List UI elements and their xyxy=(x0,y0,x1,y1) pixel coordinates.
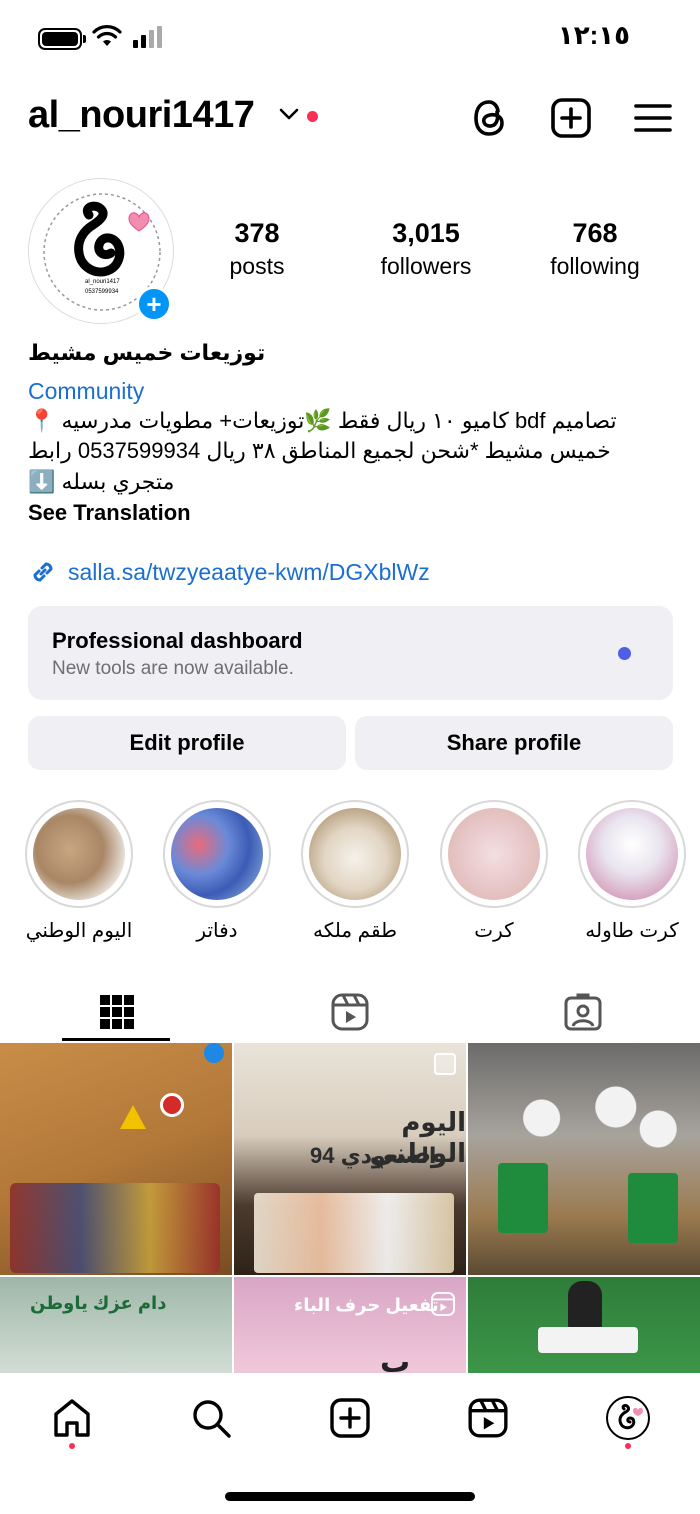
highlight-item[interactable]: كرت xyxy=(439,800,549,943)
home-indicator xyxy=(225,1492,475,1501)
wifi-icon xyxy=(92,25,122,46)
bio-line: خميس مشيط *شحن لجميع المناطق ٣٨ ريال 053… xyxy=(28,438,611,463)
nav-home[interactable] xyxy=(47,1393,97,1443)
reels-icon xyxy=(430,1291,456,1317)
highlight-item[interactable]: كرت طاوله xyxy=(577,800,687,943)
dashboard-title: Professional dashboard xyxy=(52,628,303,653)
status-time: ١٢:١٥ xyxy=(557,20,630,50)
profile-avatar-icon xyxy=(606,1396,650,1440)
nav-create[interactable] xyxy=(325,1393,375,1443)
tagged-person-icon xyxy=(564,993,601,1031)
see-translation-link[interactable]: See Translation xyxy=(28,500,668,526)
post-thumbnail[interactable] xyxy=(0,1043,232,1275)
highlight-cover xyxy=(448,808,540,900)
threads-icon[interactable] xyxy=(470,96,510,140)
profile-avatar[interactable]: al_nouri1417 0537599934 + xyxy=(28,178,174,324)
add-story-button[interactable]: + xyxy=(136,286,172,322)
link-icon xyxy=(33,562,53,582)
nav-profile[interactable] xyxy=(603,1393,653,1443)
stat-label: following xyxy=(550,253,640,279)
highlight-cover xyxy=(171,808,263,900)
tab-posts-grid[interactable] xyxy=(0,982,233,1042)
svg-text:al_nouri1417: al_nouri1417 xyxy=(85,279,120,285)
nav-search[interactable] xyxy=(186,1393,236,1443)
stat-value: 768 xyxy=(572,218,618,248)
edit-profile-button[interactable]: Edit profile xyxy=(28,716,346,770)
following-count[interactable]: 768 following xyxy=(520,218,670,280)
reels-icon xyxy=(331,993,368,1031)
post-overlay-letter: ب xyxy=(380,1346,411,1373)
highlight-label: طقم ملكه xyxy=(312,920,397,942)
post-thumbnail[interactable] xyxy=(468,1043,700,1275)
active-tab-indicator xyxy=(62,1038,170,1041)
dashboard-subtitle: New tools are now available. xyxy=(52,658,294,679)
new-indicator-dot xyxy=(618,647,631,660)
post-thumbnail[interactable]: تفعيل حرف الباء ب xyxy=(234,1277,466,1373)
highlight-item[interactable]: دفاتر xyxy=(162,800,272,943)
profile-header: al_nouri1417 xyxy=(0,92,700,144)
tab-tagged[interactable] xyxy=(466,982,699,1042)
stat-value: 378 xyxy=(234,218,280,248)
highlight-label: كرت xyxy=(474,920,514,942)
plus-square-icon[interactable] xyxy=(550,96,592,140)
svg-text:0537599934: 0537599934 xyxy=(85,289,119,295)
highlight-cover xyxy=(586,808,678,900)
posts-count[interactable]: 378 posts xyxy=(182,218,332,280)
multi-photo-icon xyxy=(434,1053,456,1075)
professional-dashboard-card[interactable]: Professional dashboard New tools are now… xyxy=(28,606,673,700)
home-notification-dot xyxy=(69,1443,75,1449)
highlight-label: كرت طاوله xyxy=(585,920,679,942)
highlight-cover xyxy=(309,808,401,900)
stat-value: 3,015 xyxy=(392,218,460,248)
profile-category: Community xyxy=(28,378,145,404)
chevron-down-icon[interactable] xyxy=(278,106,300,122)
post-overlay-text: تفعيل حرف الباء xyxy=(294,1295,439,1315)
reels-icon xyxy=(468,1398,508,1438)
account-switcher-username[interactable]: al_nouri1417 xyxy=(28,94,255,137)
bio-line: تصاميم bdf كاميو ١٠ ريال فقط 🌿توزيعات+ م… xyxy=(28,408,617,433)
post-overlay-text: دام عزك ياوطن xyxy=(30,1293,167,1313)
stat-label: posts xyxy=(229,253,285,279)
posts-grid: اليوم الوطني السعودي 94 دام عزك ياوطن تف… xyxy=(0,1043,700,1373)
grid-icon xyxy=(99,995,134,1029)
home-icon xyxy=(54,1399,90,1437)
battery-cap xyxy=(83,35,86,43)
nav-reels[interactable] xyxy=(463,1393,513,1443)
share-profile-button[interactable]: Share profile xyxy=(355,716,673,770)
post-thumbnail[interactable] xyxy=(468,1277,700,1373)
search-icon xyxy=(193,1400,231,1438)
highlight-item[interactable]: طقم ملكه xyxy=(300,800,410,943)
notification-dot xyxy=(307,111,318,122)
post-thumbnail[interactable]: دام عزك ياوطن xyxy=(0,1277,232,1373)
profile-notification-dot xyxy=(625,1443,631,1449)
highlight-label: اليوم الوطني xyxy=(25,920,133,942)
followers-count[interactable]: 3,015 followers xyxy=(351,218,501,280)
bio-line: متجري بسله ⬇️ xyxy=(28,469,175,494)
battery-icon xyxy=(38,28,82,50)
highlight-label: دفاتر xyxy=(196,920,238,942)
bio-link[interactable]: salla.sa/twzyeaatye-kwm/DGXblWz xyxy=(28,556,430,588)
post-thumbnail[interactable]: اليوم الوطني السعودي 94 xyxy=(234,1043,466,1275)
tab-reels[interactable] xyxy=(233,982,466,1042)
post-overlay-subtitle: السعودي 94 xyxy=(310,1143,437,1168)
highlight-cover xyxy=(33,808,125,900)
status-bar: ١٢:١٥ xyxy=(0,0,700,76)
bio-link-text: salla.sa/twzyeaatye-kwm/DGXblWz xyxy=(68,558,430,585)
cellular-signal-icon xyxy=(133,26,162,48)
stat-label: followers xyxy=(380,253,472,279)
plus-square-icon xyxy=(330,1398,370,1438)
profile-display-name: توزيعات خميس مشيط xyxy=(28,340,266,365)
highlight-item[interactable]: اليوم الوطني xyxy=(24,800,134,943)
bottom-navigation xyxy=(0,1373,700,1473)
hamburger-menu-icon[interactable] xyxy=(633,96,673,140)
